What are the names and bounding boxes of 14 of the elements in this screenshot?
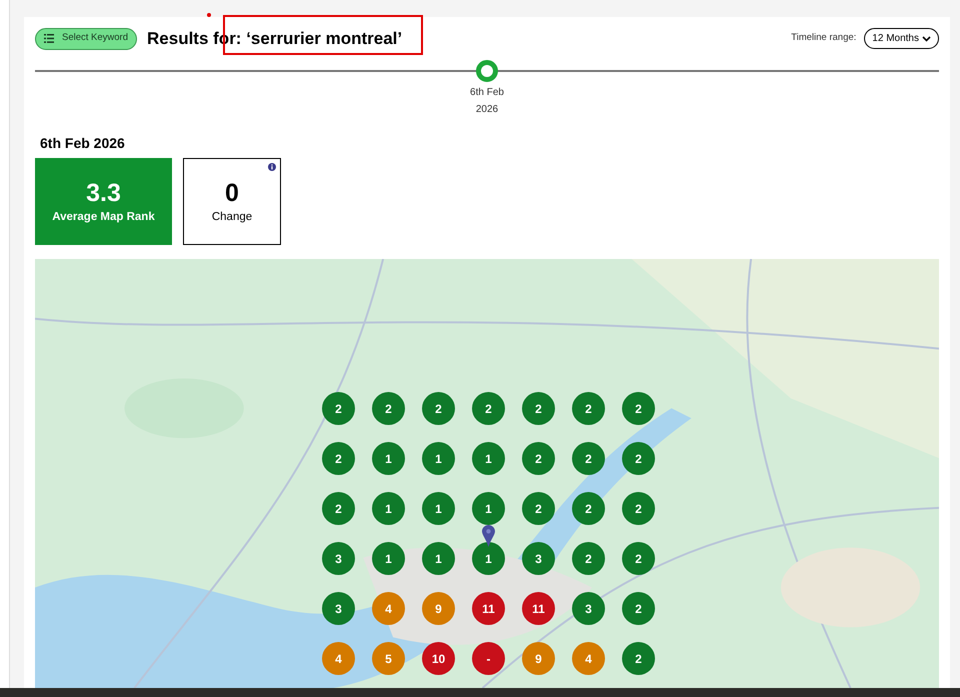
map[interactable]: 2 2 2 2 2 2 2 2 1 1 1 2 2 2 2 1 1 1 2 2 2 3 1 1 1 3 2 2 3 4 9 11 11 3 2 4 5 10 - 9 4 2: [35, 259, 939, 688]
chevron-down-icon: [922, 36, 931, 42]
timeline-range-label: Timeline range:: [791, 31, 856, 46]
timeline-date: 6th Feb 2026: [469, 86, 505, 117]
stat-value: 3.3: [86, 178, 121, 209]
timeline-range-select[interactable]: 12 Months: [864, 28, 939, 49]
timeline-point[interactable]: [476, 60, 498, 82]
stat-value: 0: [225, 178, 239, 209]
list-icon: [44, 34, 54, 43]
stat-label: Average Map Rank: [52, 210, 155, 225]
select-keyword-button[interactable]: Select Keyword: [35, 28, 138, 50]
info-icon[interactable]: [268, 163, 276, 171]
stat-label: Change: [212, 210, 252, 225]
date-heading: 6th Feb 2026: [40, 134, 126, 153]
